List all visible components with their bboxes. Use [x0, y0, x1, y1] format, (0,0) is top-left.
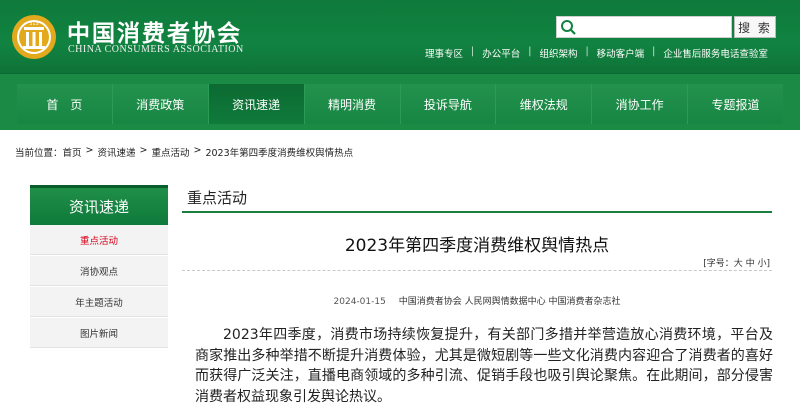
top-link-separator: | [528, 46, 532, 57]
top-link-separator: | [471, 46, 475, 57]
top-link-org-structure[interactable]: 组织架构 [539, 46, 577, 60]
nav-item-rights-law[interactable]: 维权法规 [495, 84, 592, 124]
sidebar-item-photo-news[interactable]: 图片新闻 [30, 318, 168, 348]
breadcrumb-news[interactable]: 资讯速递 [98, 145, 136, 159]
breadcrumb-home[interactable]: 首页 [63, 145, 82, 159]
nav-bar: 首 页 消费政策 资讯速递 精明消费 投诉导航 维权法规 消协工作 专题报道 [17, 84, 783, 124]
nav-item-smart-consumption[interactable]: 精明消费 [303, 84, 400, 124]
breadcrumb-current: 2023年第四季度消费维权舆情热点 [205, 148, 354, 159]
top-link-council[interactable]: 理事专区 [425, 46, 463, 60]
top-link-separator: | [585, 46, 589, 57]
nav-item-consumer-policy[interactable]: 消费政策 [111, 84, 208, 124]
sidebar-title: 资讯速递 [30, 185, 168, 225]
cca-logo-icon[interactable]: 315 [11, 14, 57, 60]
site-header: 315 中国消费者协会 CHINA CONSUMERS ASSOCIATION … [0, 0, 800, 73]
top-link-mobile-client[interactable]: 移动客户端 [597, 46, 645, 60]
search-box [556, 16, 732, 38]
article-body: 2023年四季度，消费市场持续恢复提升，有关部门多措并举营造放心消费环境，平台及… [195, 327, 773, 405]
main-nav: 首 页 消费政策 资讯速递 精明消费 投诉导航 维权法规 消协工作 专题报道 [0, 73, 800, 130]
sidebar-item-key-activities[interactable]: 重点活动 [30, 225, 168, 255]
section-divider [182, 211, 772, 213]
article-date: 2024-01-15 [333, 297, 386, 307]
article-title: 2023年第四季度消费维权舆情热点 [344, 236, 610, 256]
sidebar-item-annual-theme[interactable]: 年主题活动 [30, 287, 168, 317]
svg-text:315: 315 [29, 21, 39, 27]
nav-item-complaint-guide[interactable]: 投诉导航 [399, 84, 496, 124]
search-button[interactable]: 搜 索 [734, 16, 776, 38]
top-links: 理事专区 | 办公平台 | 组织架构 | 移动客户端 | 企业售后服务电话查验室 [425, 46, 768, 60]
nav-item-news[interactable]: 资讯速递 [207, 84, 304, 124]
breadcrumb-prefix: 当前位置： [15, 148, 63, 159]
search-input[interactable] [581, 18, 729, 36]
breadcrumb-key-activities[interactable]: 重点活动 [151, 145, 189, 159]
breadcrumb-separator: > [193, 145, 202, 156]
breadcrumb-separator: > [139, 145, 148, 156]
article-source: 中国消费者协会 人民网舆情数据中心 中国消费者杂志社 [398, 297, 621, 307]
nav-item-home[interactable]: 首 页 [17, 84, 112, 124]
article-meta: 2024-01-15 中国消费者协会 人民网舆情数据中心 中国消费者杂志社 [182, 294, 772, 307]
font-size-control[interactable]: [字号：大 中 小] [703, 256, 770, 269]
top-link-office[interactable]: 办公平台 [482, 46, 520, 60]
nav-item-special-reports[interactable]: 专题报道 [687, 84, 783, 124]
breadcrumb-separator: > [85, 145, 94, 156]
sidebar-item-association-views[interactable]: 消协观点 [30, 256, 168, 286]
top-link-service-lab[interactable]: 企业售后服务电话查验室 [663, 46, 768, 60]
top-link-separator: | [652, 46, 656, 57]
org-name-en: CHINA CONSUMERS ASSOCIATION [68, 44, 244, 55]
search-icon [561, 20, 576, 35]
breadcrumb: 当前位置： 首页 > 资讯速递 > 重点活动 > 2023年第四季度消费维权舆情… [15, 145, 353, 159]
org-name-cn[interactable]: 中国消费者协会 [67, 14, 242, 48]
sidebar-list: 重点活动 消协观点 年主题活动 图片新闻 [30, 225, 168, 349]
title-divider [182, 270, 772, 271]
nav-item-association-work[interactable]: 消协工作 [591, 84, 688, 124]
section-title: 重点活动 [187, 189, 248, 207]
